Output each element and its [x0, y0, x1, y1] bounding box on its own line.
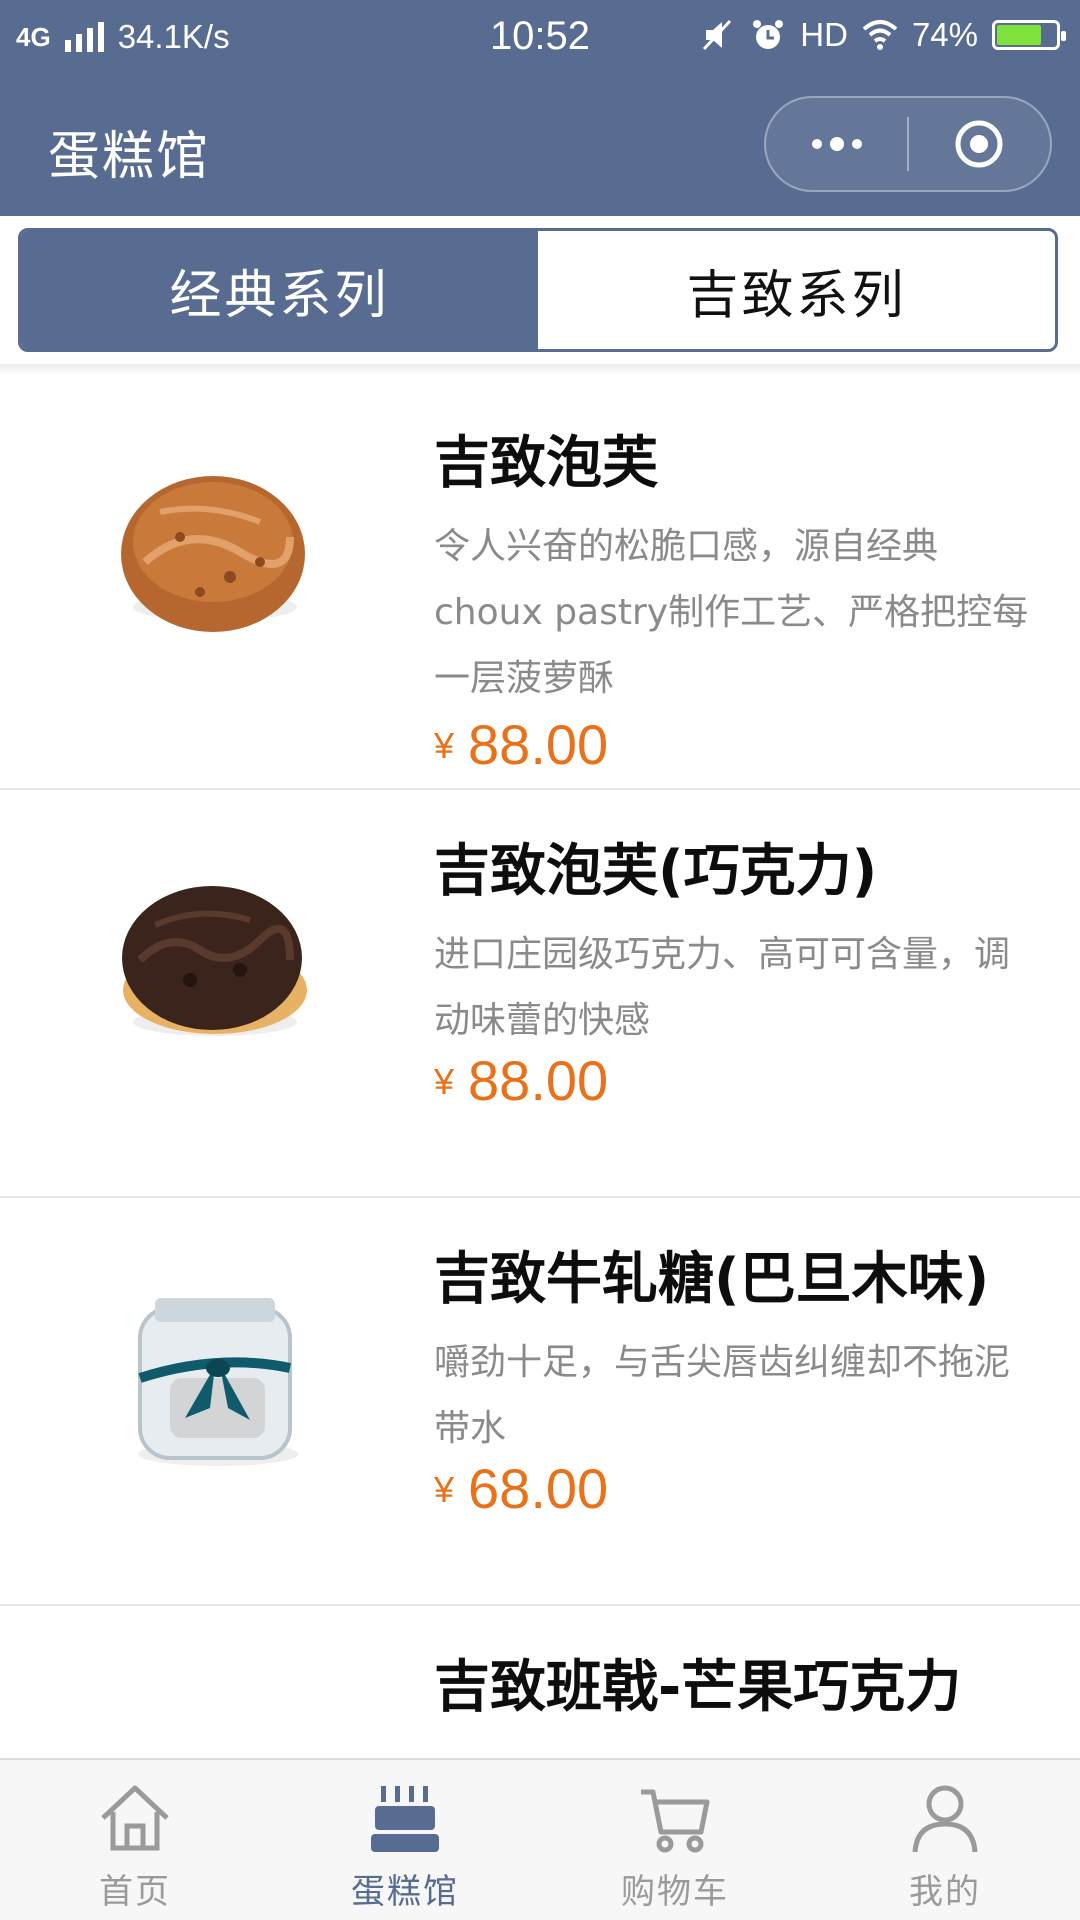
network-speed: 34.1K/s — [117, 18, 230, 55]
status-bar: 4G 34.1K/s 10:52 HD 74% — [0, 0, 1080, 76]
status-right: HD 74% — [700, 16, 1066, 54]
product-description: 嚼劲十足，与舌尖唇齿纠缠却不拖泥带水 — [434, 1342, 1011, 1449]
mute-icon — [703, 19, 732, 51]
product-price: ¥68.00 — [434, 1456, 608, 1521]
price-amount: 68.00 — [468, 1457, 609, 1520]
tab-label: 首页 — [99, 1872, 171, 1912]
more-button[interactable] — [766, 98, 907, 190]
title-bar: 蛋糕馆 — [0, 76, 1080, 216]
product-price: ¥88.00 — [434, 1048, 608, 1113]
currency-symbol: ¥ — [434, 1469, 455, 1510]
mini-program-capsule — [764, 96, 1052, 192]
product-name: 吉致牛轧糖(巴旦木味) — [434, 1247, 990, 1312]
tab-mine[interactable]: 我的 — [810, 1760, 1080, 1920]
user-icon — [912, 1785, 978, 1853]
bottom-tab-bar: 首页 蛋糕馆 购物车 我的 — [0, 1758, 1080, 1920]
chocolate-puff-image — [122, 886, 307, 1036]
product-name: 吉致班戟-芒果巧克力 — [434, 1655, 962, 1720]
battery-fill — [997, 25, 1042, 45]
currency-symbol: ¥ — [434, 1061, 455, 1102]
nougat-jar-image — [138, 1298, 298, 1466]
battery-percent: 74% — [911, 16, 978, 53]
tab-cart[interactable]: 购物车 — [540, 1760, 810, 1920]
price-amount: 88.00 — [468, 1049, 609, 1112]
price-amount: 88.00 — [468, 713, 609, 776]
page-title: 蛋糕馆 — [48, 127, 211, 187]
product-item[interactable]: 吉致班戟-芒果巧克力 — [0, 1606, 1080, 1758]
tab-label: 蛋糕馆 — [351, 1872, 459, 1912]
battery-icon — [992, 20, 1066, 50]
cart-icon — [641, 1789, 710, 1853]
product-item[interactable]: 吉致泡芙 令人兴奋的松脆口感，源自经典choux pastry制作工艺、严格把控… — [0, 382, 1080, 790]
product-item[interactable]: 吉致泡芙(巧克力) 进口庄园级巧克力、高可可含量，调动味蕾的快感 ¥88.00 — [0, 790, 1080, 1198]
tab-classic-series[interactable]: 经典系列 — [21, 231, 538, 349]
hd-indicator: HD — [800, 16, 848, 53]
network-type: 4G — [16, 21, 51, 52]
product-price: ¥88.00 — [434, 712, 608, 777]
series-segmented-control: 经典系列 吉致系列 — [18, 228, 1058, 352]
divider — [0, 364, 1080, 376]
close-button[interactable] — [909, 98, 1050, 190]
target-circle-icon — [955, 120, 1003, 168]
tab-home[interactable]: 首页 — [0, 1760, 270, 1920]
product-description: 令人兴奋的松脆口感，源自经典choux pastry制作工艺、严格把控每一层菠萝… — [434, 526, 1029, 699]
cake-icon — [371, 1786, 439, 1852]
wifi-icon — [862, 20, 898, 50]
product-description: 进口庄园级巧克力、高可可含量，调动味蕾的快感 — [434, 934, 1011, 1041]
product-item[interactable]: 吉致牛轧糖(巴旦木味) 嚼劲十足，与舌尖唇齿纠缠却不拖泥带水 ¥68.00 — [0, 1198, 1080, 1606]
ellipsis-icon — [811, 137, 862, 151]
tab-jizhi-series[interactable]: 吉致系列 — [538, 231, 1055, 349]
tab-label: 购物车 — [621, 1872, 729, 1912]
product-list[interactable]: 吉致泡芙 令人兴奋的松脆口感，源自经典choux pastry制作工艺、严格把控… — [0, 382, 1080, 1758]
product-name: 吉致泡芙 — [434, 431, 658, 496]
product-name: 吉致泡芙(巧克力) — [434, 839, 878, 904]
home-icon — [101, 1785, 169, 1851]
currency-symbol: ¥ — [434, 725, 455, 766]
status-left: 4G 34.1K/s — [16, 18, 230, 56]
cream-puff-image — [121, 476, 305, 632]
signal-icon — [64, 22, 104, 52]
tab-cake-shop[interactable]: 蛋糕馆 — [270, 1760, 540, 1920]
tab-label: 我的 — [909, 1872, 981, 1912]
alarm-icon — [753, 20, 784, 49]
